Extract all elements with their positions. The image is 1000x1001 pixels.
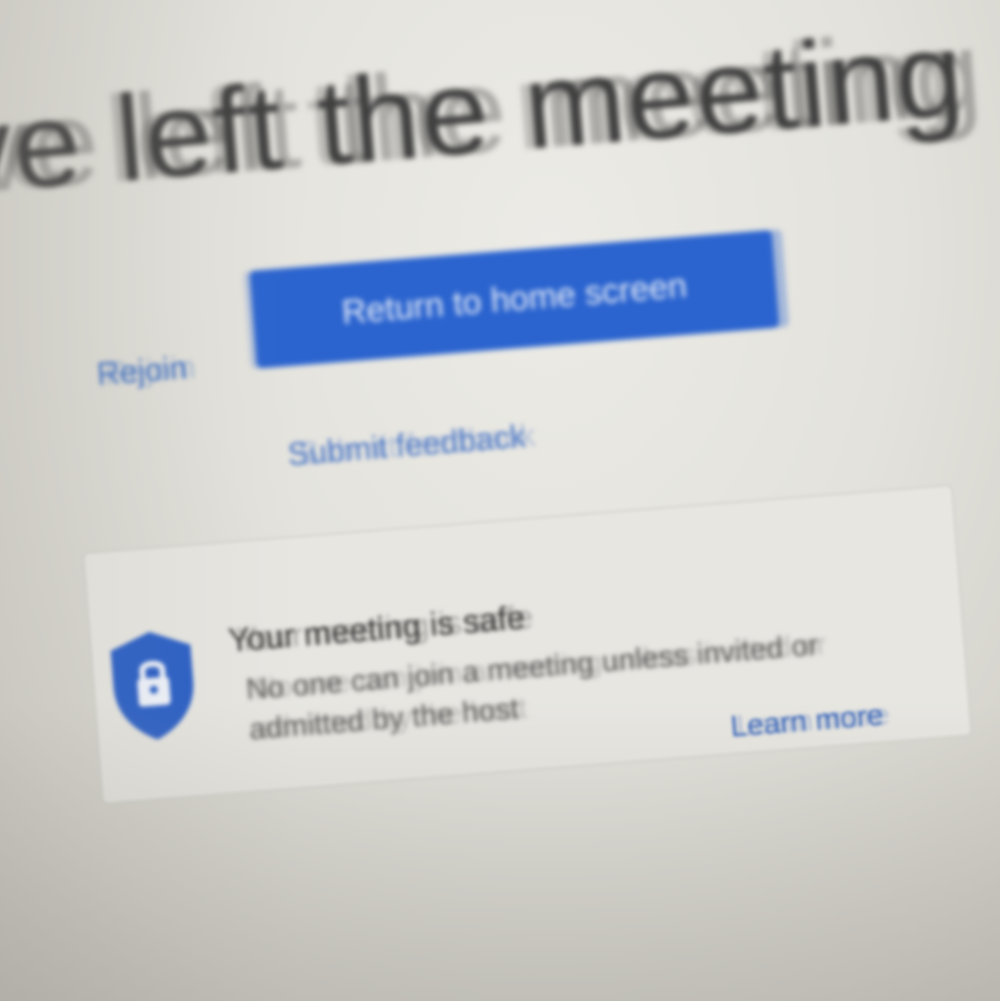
return-home-button[interactable]: Return to home screen [249, 229, 780, 369]
meeting-ended-screen: ve left the meeting Rejoin Return to hom… [0, 0, 1000, 1001]
rejoin-button[interactable]: Rejoin [95, 349, 188, 393]
page-title: ve left the meeting [0, 4, 970, 220]
shield-lock-icon [110, 631, 194, 740]
submit-feedback-link[interactable]: Submit feedback [286, 418, 527, 474]
page-content: ve left the meeting Rejoin Return to hom… [0, 0, 1000, 1001]
